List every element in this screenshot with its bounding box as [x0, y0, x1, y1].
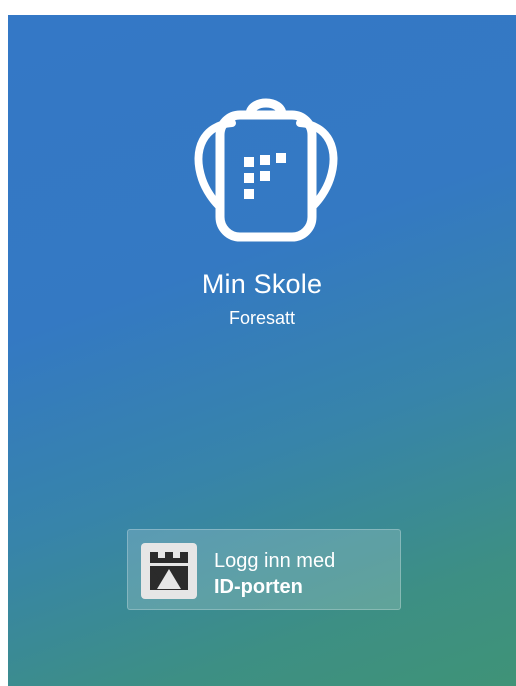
- login-text: Logg inn med ID-porten: [214, 548, 335, 600]
- app-title: Min Skole: [201, 269, 323, 299]
- idporten-login-button[interactable]: Logg inn med ID-porten: [127, 529, 401, 610]
- login-label-prefix: Logg inn med: [214, 550, 336, 572]
- login-label-provider: ID-porten: [214, 576, 303, 598]
- id-porten-tower-icon: [141, 543, 197, 599]
- app-subtitle: Foresatt: [228, 308, 296, 328]
- login-screen: Min Skole Foresatt Logg inn med ID-porte…: [8, 15, 516, 686]
- backpack-logo-icon: [194, 98, 338, 242]
